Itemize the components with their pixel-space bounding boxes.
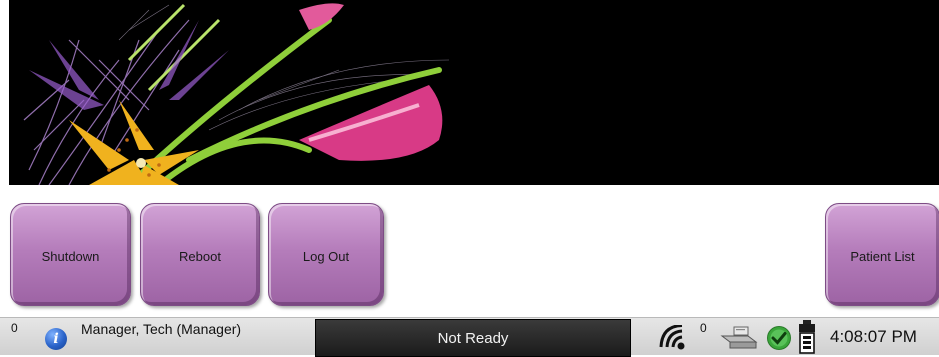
reboot-button[interactable]: Reboot xyxy=(140,203,260,306)
log-out-button-label: Log Out xyxy=(302,249,350,264)
system-status-panel[interactable]: Not Ready xyxy=(315,319,631,357)
flower-graphic xyxy=(23,3,450,185)
clock: 4:08:07 PM xyxy=(830,327,917,346)
current-user-label[interactable]: Manager, Tech (Manager) xyxy=(81,321,241,337)
output-device-icon[interactable] xyxy=(720,326,760,350)
alarm-count: 0 xyxy=(11,321,18,335)
banner-image xyxy=(9,0,939,185)
check-icon[interactable] xyxy=(766,325,792,351)
system-status-text: Not Ready xyxy=(437,329,509,347)
patient-list-button-label: Patient List xyxy=(850,249,915,264)
wireless-icon[interactable] xyxy=(657,325,687,351)
shutdown-button-label: Shutdown xyxy=(41,249,100,264)
detector-battery-icon[interactable] xyxy=(796,320,818,354)
log-out-button[interactable]: Log Out xyxy=(268,203,384,306)
queue-count: 0 xyxy=(700,321,707,335)
patient-list-button[interactable]: Patient List xyxy=(825,203,939,306)
status-bar: 0 i Manager, Tech (Manager) Not Ready 0 … xyxy=(0,317,939,357)
info-icon[interactable]: i xyxy=(45,328,67,350)
shutdown-button[interactable]: Shutdown xyxy=(10,203,131,306)
reboot-button-label: Reboot xyxy=(179,249,221,264)
